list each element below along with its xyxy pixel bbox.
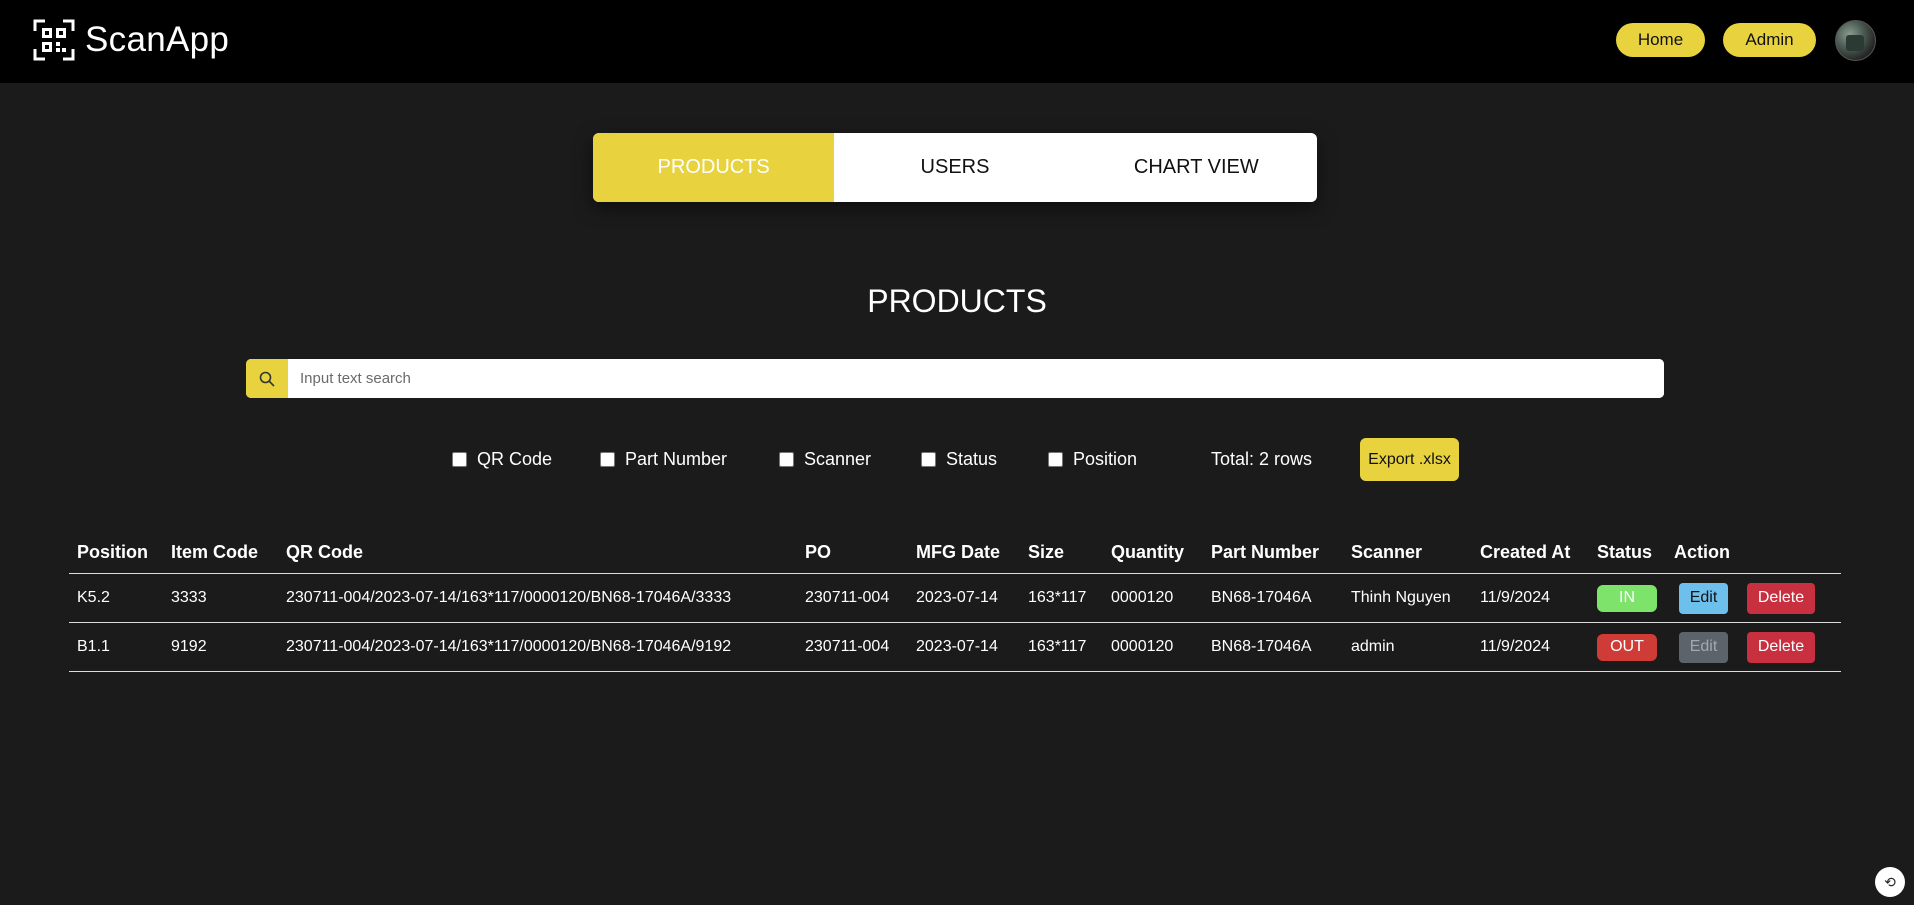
cell-quantity: 0000120 (1111, 589, 1174, 606)
qr-code-checkbox[interactable] (452, 451, 467, 467)
edit-button[interactable]: Edit (1679, 631, 1728, 663)
col-quantity[interactable]: Quantity (1111, 536, 1184, 573)
cell-po: 230711-004 (805, 589, 890, 606)
filter-label: Scanner (804, 448, 872, 469)
export-xlsx-button[interactable]: Export .xlsx (1360, 438, 1459, 481)
status-cell: IN (1597, 574, 1657, 622)
cell-position: K5.2 (77, 589, 110, 606)
col-mfg-date[interactable]: MFG Date (916, 536, 1000, 573)
tab-chart-view[interactable]: CHART VIEW (1076, 133, 1317, 202)
col-created-at[interactable]: Created At (1480, 536, 1570, 573)
status-badge: OUT (1597, 633, 1657, 661)
table-row: K5.2 3333 230711-004/2023-07-14/163*117/… (69, 574, 1841, 623)
col-scanner[interactable]: Scanner (1351, 536, 1422, 573)
col-status[interactable]: Status (1597, 536, 1652, 573)
cell-po: 230711-004 (805, 638, 890, 655)
filter-bar: QR Code Part Number Scanner Status Posit… (0, 447, 1914, 477)
delete-button[interactable]: Delete (1747, 631, 1815, 663)
cell-quantity: 0000120 (1111, 638, 1174, 655)
cell-qr-code: 230711-004/2023-07-14/163*117/0000120/BN… (286, 589, 732, 606)
filter-label: Position (1073, 448, 1138, 469)
part-number-checkbox[interactable] (600, 451, 615, 467)
filter-qr-code[interactable]: QR Code (452, 447, 552, 471)
cell-size: 163*117 (1028, 638, 1087, 655)
page-title: PRODUCTS (867, 283, 1047, 319)
col-position[interactable]: Position (77, 536, 148, 573)
cell-created-at: 11/9/2024 (1480, 589, 1550, 606)
filter-part-number[interactable]: Part Number (600, 447, 727, 471)
col-po[interactable]: PO (805, 536, 831, 573)
edit-button[interactable]: Edit (1679, 582, 1728, 614)
col-size[interactable]: Size (1028, 536, 1064, 573)
view-tabs: PRODUCTS USERS CHART VIEW (593, 133, 1317, 202)
cell-qr-code: 230711-004/2023-07-14/163*117/0000120/BN… (286, 638, 732, 655)
status-cell: OUT (1597, 623, 1657, 671)
search-button[interactable] (246, 359, 288, 398)
app-logo[interactable]: ScanApp (33, 19, 229, 61)
cell-mfg-date: 2023-07-14 (916, 589, 998, 606)
col-item-code[interactable]: Item Code (171, 536, 258, 573)
col-part-number[interactable]: Part Number (1211, 536, 1319, 573)
search-input[interactable] (288, 359, 1664, 398)
position-checkbox[interactable] (1048, 451, 1063, 467)
action-cell: Edit (1679, 623, 1728, 671)
filter-position[interactable]: Position (1048, 447, 1137, 471)
qr-scan-icon (33, 19, 75, 61)
cell-part-number: BN68-17046A (1211, 638, 1312, 655)
filter-label: QR Code (477, 448, 553, 469)
products-table: Position Item Code QR Code PO MFG Date S… (69, 536, 1841, 672)
admin-button[interactable]: Admin (1723, 23, 1816, 57)
table-row: B1.1 9192 230711-004/2023-07-14/163*117/… (69, 623, 1841, 672)
status-badge: IN (1597, 584, 1657, 612)
action-cell: Delete (1747, 574, 1815, 622)
cell-part-number: BN68-17046A (1211, 589, 1312, 606)
avatar[interactable] (1835, 20, 1876, 61)
app-name: ScanApp (85, 20, 230, 59)
home-button[interactable]: Home (1616, 23, 1705, 57)
tab-users[interactable]: USERS (834, 133, 1075, 202)
filter-scanner[interactable]: Scanner (779, 447, 871, 471)
search-bar (246, 359, 1664, 398)
col-qr-code[interactable]: QR Code (286, 536, 363, 573)
cell-item-code: 3333 (171, 589, 207, 606)
cell-scanner: Thinh Nguyen (1351, 589, 1451, 606)
cell-item-code: 9192 (171, 638, 207, 655)
scanner-checkbox[interactable] (779, 451, 794, 467)
cell-position: B1.1 (77, 638, 110, 655)
status-checkbox[interactable] (921, 451, 936, 467)
col-action: Action (1674, 542, 1730, 562)
cell-size: 163*117 (1028, 589, 1087, 606)
cell-created-at: 11/9/2024 (1480, 638, 1550, 655)
search-icon (259, 371, 275, 387)
translate-icon[interactable]: ⟲ (1875, 867, 1905, 897)
cell-scanner: admin (1351, 638, 1395, 655)
filter-label: Status (946, 448, 998, 469)
action-cell: Edit (1679, 574, 1728, 622)
filter-label: Part Number (625, 448, 728, 469)
total-rows: Total: 2 rows (1211, 448, 1313, 469)
delete-button[interactable]: Delete (1747, 582, 1815, 614)
tab-products[interactable]: PRODUCTS (593, 133, 835, 202)
top-header: ScanApp Home Admin (0, 0, 1914, 83)
table-header-row: Position Item Code QR Code PO MFG Date S… (69, 536, 1841, 574)
filter-status[interactable]: Status (921, 447, 997, 471)
action-cell: Delete (1747, 623, 1815, 671)
cell-mfg-date: 2023-07-14 (916, 638, 998, 655)
